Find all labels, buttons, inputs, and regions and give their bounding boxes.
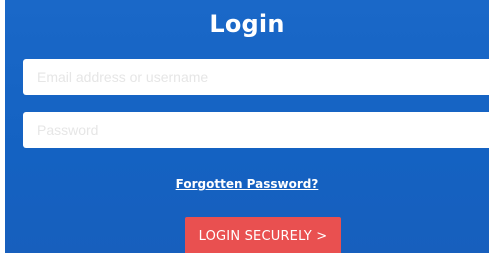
- password-input[interactable]: [23, 112, 489, 148]
- login-securely-button[interactable]: LOGIN SECURELY >: [185, 217, 341, 253]
- login-panel: Login Forgotten Password? LOGIN SECURELY…: [5, 0, 489, 253]
- forgot-password-container: Forgotten Password?: [5, 176, 489, 192]
- login-title: Login: [209, 10, 285, 38]
- username-input[interactable]: [23, 59, 489, 95]
- forgot-password-link[interactable]: Forgotten Password?: [176, 177, 319, 191]
